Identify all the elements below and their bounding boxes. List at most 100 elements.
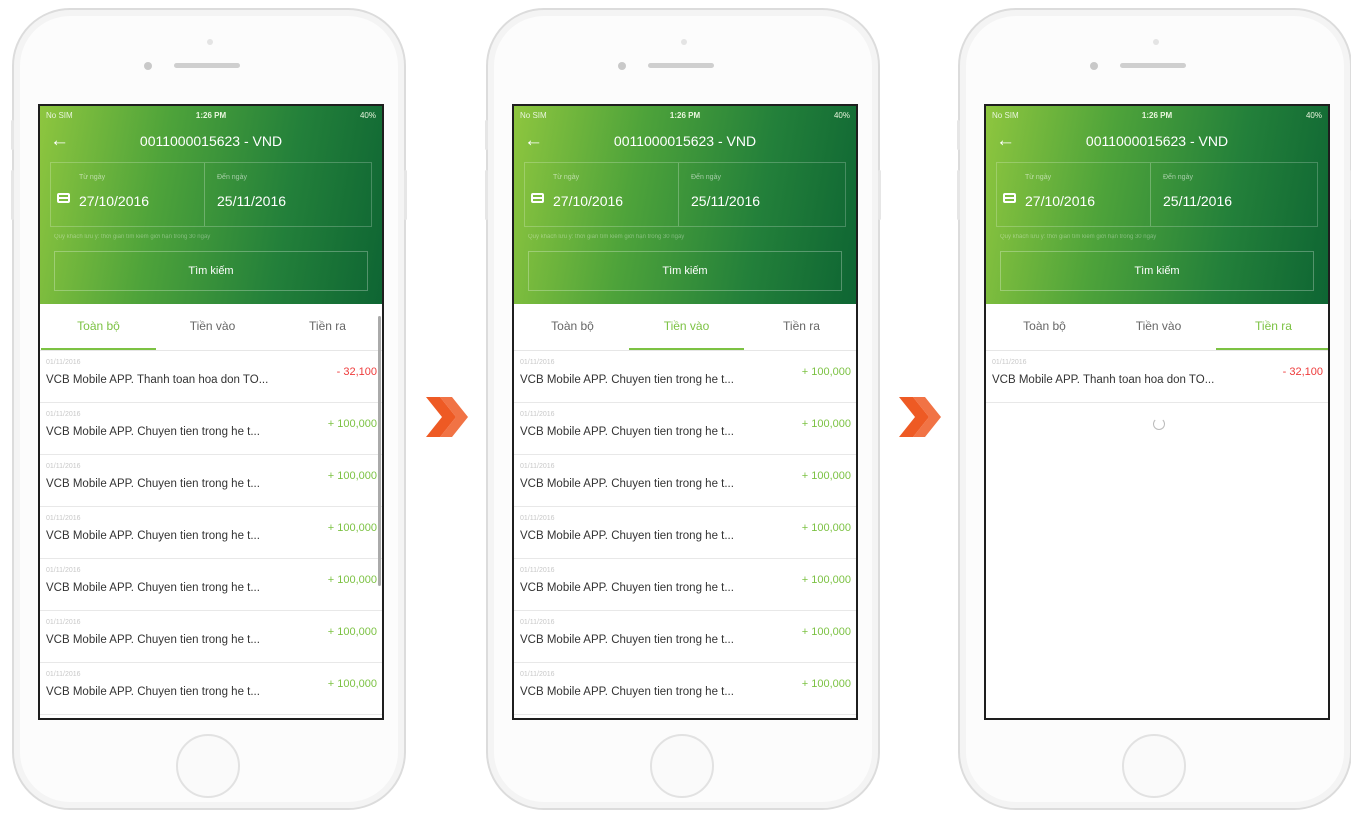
date-range-picker[interactable]: Từ ngày 27/10/2016 Đến ngày 25/11/2016	[524, 162, 846, 227]
date-range-picker[interactable]: Từ ngày 27/10/2016 Đến ngày 25/11/2016	[50, 162, 372, 227]
transaction-row[interactable]: 01/11/2016 VCB Mobile APP. Chuyen tien tr…	[40, 663, 382, 715]
home-button[interactable]	[650, 734, 714, 798]
tab-money-in[interactable]: Tiền vào	[1101, 304, 1216, 350]
transaction-amount: + 100,000	[801, 574, 851, 586]
tab-money-in[interactable]: Tiền vào	[629, 304, 744, 350]
to-date-value[interactable]: 25/11/2016	[217, 193, 286, 209]
tab-money-in[interactable]: Tiền vào	[155, 304, 270, 350]
from-date-label: Từ ngày	[553, 174, 580, 181]
transaction-row[interactable]: 01/11/2016 VCB Mobile APP. Chuyen tien tr…	[514, 663, 856, 715]
from-date-value[interactable]: 27/10/2016	[553, 193, 623, 209]
from-date-label: Từ ngày	[1025, 174, 1052, 181]
to-date-value[interactable]: 25/11/2016	[1163, 193, 1232, 209]
transaction-description: VCB Mobile APP. Thanh toan hoa don TO...	[46, 374, 269, 386]
from-date-label: Từ ngày	[79, 174, 106, 181]
calendar-icon	[531, 193, 544, 203]
volume-button	[957, 170, 960, 220]
transaction-row[interactable]: 01/11/2016 VCB Mobile APP. Chuyen tien tr…	[514, 455, 856, 507]
list-scrollbar[interactable]	[378, 316, 381, 586]
phone-frame: No SIM 1:26 PM 40% ← 0011000015623 - VND Từ n…	[11, 8, 407, 810]
transaction-list: 01/11/2016 VCB Mobile APP. Thanh toan hoa…	[40, 351, 382, 715]
to-date-label: Đến ngày	[217, 174, 247, 181]
transaction-date: 01/11/2016	[46, 619, 81, 626]
home-button[interactable]	[176, 734, 240, 798]
transaction-description: VCB Mobile APP. Chuyen tien trong he t..…	[46, 634, 260, 646]
transaction-date: 01/11/2016	[46, 671, 81, 678]
phone-frame: No SIM 1:26 PM 40% ← 0011000015623 - VND Từ n…	[485, 8, 881, 810]
transaction-description: VCB Mobile APP. Chuyen tien trong he t..…	[46, 478, 260, 490]
carrier-label: No SIM	[520, 111, 547, 120]
earpiece-speaker	[648, 63, 714, 68]
transaction-row[interactable]: 01/11/2016 VCB Mobile APP. Chuyen tien tr…	[40, 559, 382, 611]
transaction-row[interactable]: 01/11/2016 VCB Mobile APP. Thanh toan hoa…	[986, 351, 1328, 403]
search-button[interactable]: Tìm kiếm	[54, 251, 368, 291]
transaction-row[interactable]: 01/11/2016 VCB Mobile APP. Thanh toan hoa…	[40, 351, 382, 403]
tab-all[interactable]: Toàn bộ	[41, 304, 156, 350]
page-title: 0011000015623 - VND	[139, 133, 283, 149]
transaction-amount: + 100,000	[327, 678, 377, 690]
transaction-row[interactable]: 01/11/2016 VCB Mobile APP. Chuyen tien tr…	[40, 455, 382, 507]
phone-frame: No SIM 1:26 PM 40% ← 0011000015623 - VND Từ n…	[957, 8, 1351, 810]
transaction-row[interactable]: 01/11/2016 VCB Mobile APP. Chuyen tien tr…	[514, 611, 856, 663]
tab-money-out[interactable]: Tiền ra	[1216, 304, 1328, 350]
title-bar: ← 0011000015623 - VND	[40, 130, 382, 154]
transaction-amount: + 100,000	[327, 470, 377, 482]
transaction-list: 01/11/2016 VCB Mobile APP. Chuyen tien tr…	[514, 351, 856, 715]
status-bar: No SIM 1:26 PM 40%	[520, 111, 850, 121]
transaction-date: 01/11/2016	[520, 671, 555, 678]
transaction-date: 01/11/2016	[520, 411, 555, 418]
header-banner: No SIM 1:26 PM 40% ← 0011000015623 - VND Từ n…	[40, 106, 382, 304]
filter-tabs: Toàn bộ Tiền vào Tiền ra	[40, 304, 382, 351]
transaction-amount: - 32,100	[336, 366, 377, 378]
date-divider	[1150, 163, 1151, 226]
loading-spinner-icon	[1153, 418, 1165, 430]
transaction-description: VCB Mobile APP. Chuyen tien trong he t..…	[46, 686, 260, 698]
search-range-note: Quý khách lưu ý: thời gian tìm kiếm giới…	[528, 234, 685, 240]
date-divider	[678, 163, 679, 226]
front-camera	[681, 39, 687, 45]
transaction-row[interactable]: 01/11/2016 VCB Mobile APP. Chuyen tien tr…	[40, 611, 382, 663]
volume-button	[11, 120, 14, 150]
transaction-date: 01/11/2016	[46, 515, 81, 522]
earpiece-speaker	[1120, 63, 1186, 68]
date-divider	[204, 163, 205, 226]
transaction-date: 01/11/2016	[46, 463, 81, 470]
filter-tabs: Toàn bộ Tiền vào Tiền ra	[986, 304, 1328, 351]
header-banner: No SIM 1:26 PM 40% ← 0011000015623 - VND Từ n…	[986, 106, 1328, 304]
tab-all[interactable]: Toàn bộ	[987, 304, 1102, 350]
status-bar: No SIM 1:26 PM 40%	[992, 111, 1322, 121]
to-date-value[interactable]: 25/11/2016	[691, 193, 760, 209]
transaction-description: VCB Mobile APP. Chuyen tien trong he t..…	[520, 374, 734, 386]
app-screen: No SIM 1:26 PM 40% ← 0011000015623 - VND Từ n…	[38, 104, 384, 720]
transaction-row[interactable]: 01/11/2016 VCB Mobile APP. Chuyen tien tr…	[514, 351, 856, 403]
transaction-row[interactable]: 01/11/2016 VCB Mobile APP. Chuyen tien tr…	[514, 559, 856, 611]
from-date-value[interactable]: 27/10/2016	[79, 193, 149, 209]
volume-button	[485, 170, 488, 220]
transaction-date: 01/11/2016	[520, 619, 555, 626]
transaction-row[interactable]: 01/11/2016 VCB Mobile APP. Chuyen tien tr…	[514, 403, 856, 455]
transaction-row[interactable]: 01/11/2016 VCB Mobile APP. Chuyen tien tr…	[40, 507, 382, 559]
transaction-date: 01/11/2016	[520, 463, 555, 470]
filter-tabs: Toàn bộ Tiền vào Tiền ra	[514, 304, 856, 351]
transaction-amount: + 100,000	[327, 626, 377, 638]
transaction-amount: + 100,000	[327, 418, 377, 430]
transaction-amount: + 100,000	[327, 522, 377, 534]
volume-button	[485, 120, 488, 150]
from-date-value[interactable]: 27/10/2016	[1025, 193, 1095, 209]
transaction-description: VCB Mobile APP. Chuyen tien trong he t..…	[520, 686, 734, 698]
home-button[interactable]	[1122, 734, 1186, 798]
battery-indicator: 40%	[1305, 111, 1322, 120]
transaction-row[interactable]: 01/11/2016 VCB Mobile APP. Chuyen tien tr…	[40, 403, 382, 455]
volume-button	[11, 170, 14, 220]
calendar-icon	[1003, 193, 1016, 203]
tab-all[interactable]: Toàn bộ	[515, 304, 630, 350]
transaction-description: VCB Mobile APP. Chuyen tien trong he t..…	[520, 582, 734, 594]
search-button[interactable]: Tìm kiếm	[528, 251, 842, 291]
transaction-row[interactable]: 01/11/2016 VCB Mobile APP. Chuyen tien tr…	[514, 507, 856, 559]
power-button	[404, 170, 407, 220]
tab-money-out[interactable]: Tiền ra	[744, 304, 856, 350]
date-range-picker[interactable]: Từ ngày 27/10/2016 Đến ngày 25/11/2016	[996, 162, 1318, 227]
status-time: 1:26 PM	[1141, 111, 1173, 120]
tab-money-out[interactable]: Tiền ra	[270, 304, 382, 350]
search-button[interactable]: Tìm kiếm	[1000, 251, 1314, 291]
